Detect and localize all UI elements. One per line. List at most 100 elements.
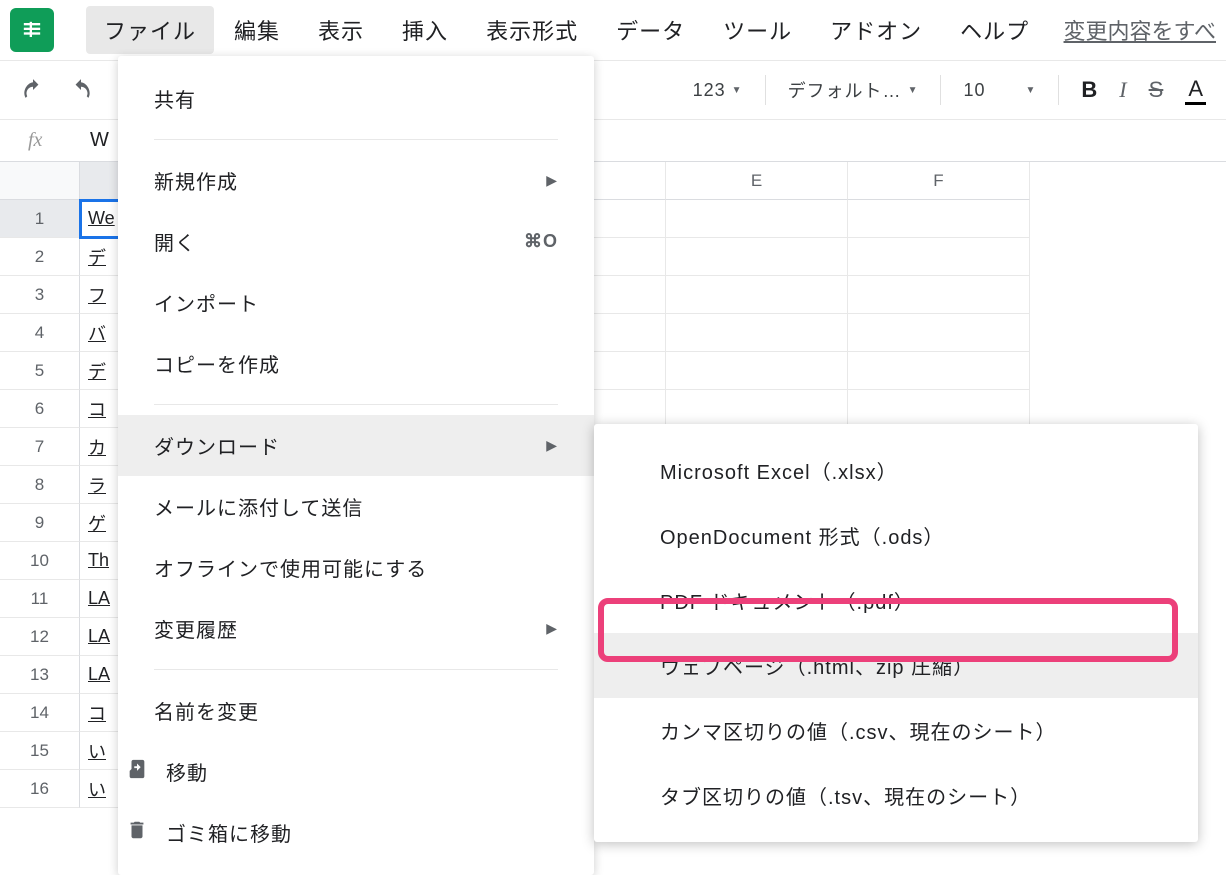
- menu-email[interactable]: メールに添付して送信: [118, 476, 594, 537]
- cell-value: バ: [88, 320, 106, 346]
- menu-label: 名前を変更: [154, 696, 259, 725]
- cell[interactable]: [848, 276, 1030, 314]
- cell[interactable]: [666, 314, 848, 352]
- cell[interactable]: ラ: [80, 466, 120, 504]
- chevron-right-icon: ▶: [546, 437, 558, 454]
- menu-version-history[interactable]: 変更履歴▶: [118, 598, 594, 659]
- menu-insert[interactable]: 挿入: [384, 6, 466, 54]
- cell[interactable]: LA: [80, 618, 120, 656]
- menu-format[interactable]: 表示形式: [468, 6, 596, 54]
- menu-offline[interactable]: オフラインで使用可能にする: [118, 537, 594, 598]
- number-format-button[interactable]: 123▼: [693, 80, 743, 101]
- strikethrough-button[interactable]: S: [1149, 77, 1164, 103]
- redo-button[interactable]: [68, 77, 94, 103]
- cell[interactable]: We: [80, 200, 120, 238]
- download-html[interactable]: ウェブページ（.html、zip 圧縮）: [594, 633, 1198, 698]
- separator: [154, 139, 558, 140]
- menu-share[interactable]: 共有: [118, 68, 594, 129]
- row-header[interactable]: 15: [0, 732, 80, 770]
- cell-value: フ: [88, 282, 106, 308]
- cell[interactable]: [848, 200, 1030, 238]
- cell[interactable]: フ: [80, 276, 120, 314]
- download-xlsx[interactable]: Microsoft Excel（.xlsx）: [594, 438, 1198, 503]
- cell[interactable]: LA: [80, 656, 120, 694]
- cell[interactable]: [666, 390, 848, 428]
- undo-button[interactable]: [20, 77, 46, 103]
- cell[interactable]: カ: [80, 428, 120, 466]
- download-tsv[interactable]: タブ区切りの値（.tsv、現在のシート）: [594, 763, 1198, 828]
- cell[interactable]: LA: [80, 580, 120, 618]
- download-csv[interactable]: カンマ区切りの値（.csv、現在のシート）: [594, 698, 1198, 763]
- menu-trash[interactable]: ゴミ箱に移動: [118, 802, 594, 863]
- font-family-button[interactable]: デフォルト…▼: [788, 77, 919, 103]
- column-header[interactable]: E: [666, 162, 848, 200]
- row-header[interactable]: 5: [0, 352, 80, 390]
- menu-data[interactable]: データ: [598, 6, 703, 54]
- row-header[interactable]: 3: [0, 276, 80, 314]
- row-header[interactable]: 16: [0, 770, 80, 808]
- cell[interactable]: [666, 276, 848, 314]
- save-status[interactable]: 変更内容をすべ: [1064, 14, 1216, 46]
- download-ods[interactable]: OpenDocument 形式（.ods）: [594, 503, 1198, 568]
- cell[interactable]: い: [80, 770, 120, 808]
- separator: [940, 75, 941, 105]
- row-header[interactable]: 8: [0, 466, 80, 504]
- text-color-button[interactable]: A: [1185, 76, 1206, 105]
- cell[interactable]: [848, 390, 1030, 428]
- row-header[interactable]: 1: [0, 200, 80, 238]
- italic-button[interactable]: I: [1119, 77, 1126, 103]
- cell[interactable]: [848, 314, 1030, 352]
- cell[interactable]: デ: [80, 238, 120, 276]
- formula-input[interactable]: W: [80, 129, 109, 152]
- font-size-button[interactable]: 10 ▼: [963, 80, 1036, 101]
- menu-label: ダウンロード: [154, 431, 280, 460]
- row-header[interactable]: 11: [0, 580, 80, 618]
- menu-import[interactable]: インポート: [118, 272, 594, 333]
- cell[interactable]: [666, 200, 848, 238]
- row-header[interactable]: 2: [0, 238, 80, 276]
- cell[interactable]: い: [80, 732, 120, 770]
- trash-icon: [126, 819, 148, 847]
- bold-button[interactable]: B: [1081, 77, 1097, 103]
- cell[interactable]: [848, 352, 1030, 390]
- download-pdf[interactable]: PDF ドキュメント（.pdf）: [594, 568, 1198, 633]
- sheets-logo[interactable]: [10, 8, 54, 52]
- menu-open[interactable]: 開く⌘O: [118, 211, 594, 272]
- cell[interactable]: Th: [80, 542, 120, 580]
- row-header[interactable]: 10: [0, 542, 80, 580]
- row-header[interactable]: 12: [0, 618, 80, 656]
- menu-rename[interactable]: 名前を変更: [118, 680, 594, 741]
- menu-tools[interactable]: ツール: [705, 6, 810, 54]
- row-header[interactable]: 9: [0, 504, 80, 542]
- cell[interactable]: デ: [80, 352, 120, 390]
- row-header[interactable]: 14: [0, 694, 80, 732]
- menu-new[interactable]: 新規作成▶: [118, 150, 594, 211]
- menu-file[interactable]: ファイル: [86, 6, 214, 54]
- cell[interactable]: コ: [80, 390, 120, 428]
- row-header[interactable]: 13: [0, 656, 80, 694]
- column-header[interactable]: [80, 162, 120, 200]
- cell-value: デ: [88, 358, 106, 384]
- cell[interactable]: [666, 238, 848, 276]
- menu-edit[interactable]: 編集: [216, 6, 298, 54]
- row-header[interactable]: 6: [0, 390, 80, 428]
- menu-addons[interactable]: アドオン: [812, 6, 940, 54]
- select-all-corner[interactable]: [0, 162, 80, 200]
- menu-make-copy[interactable]: コピーを作成: [118, 333, 594, 394]
- row-header[interactable]: 7: [0, 428, 80, 466]
- cell[interactable]: バ: [80, 314, 120, 352]
- cell[interactable]: [848, 238, 1030, 276]
- menu-download[interactable]: ダウンロード ▶: [118, 415, 594, 476]
- cell[interactable]: ゲ: [80, 504, 120, 542]
- row-header[interactable]: 4: [0, 314, 80, 352]
- chevron-down-icon: ▼: [1026, 85, 1037, 96]
- cell[interactable]: [666, 352, 848, 390]
- column-header[interactable]: F: [848, 162, 1030, 200]
- separator: [154, 404, 558, 405]
- font-size-label: 10: [963, 80, 985, 101]
- menu-label: インポート: [154, 288, 259, 317]
- menu-move[interactable]: 移動: [118, 741, 594, 802]
- menu-help[interactable]: ヘルプ: [942, 6, 1047, 54]
- cell[interactable]: コ: [80, 694, 120, 732]
- menu-view[interactable]: 表示: [300, 6, 382, 54]
